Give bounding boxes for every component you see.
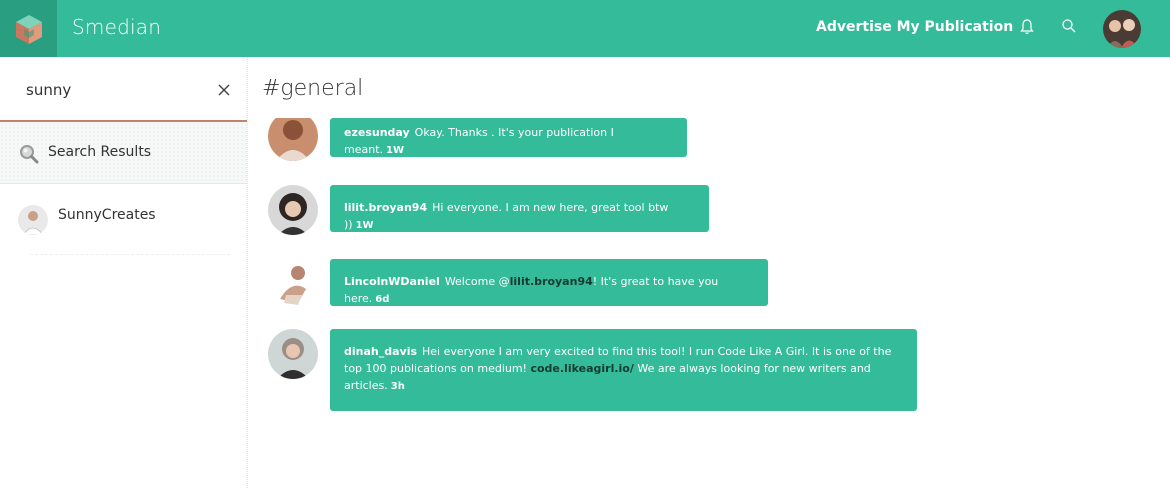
search-results-label: Search Results <box>48 144 152 160</box>
cube-logo-icon <box>15 14 42 44</box>
brand-name[interactable]: Smedian <box>72 0 161 57</box>
message-time: 6d <box>375 294 390 305</box>
message-link[interactable]: code.likeagirl.io/ <box>530 362 633 375</box>
result-name: SunnyCreates <box>58 207 156 223</box>
message-bubble: dinah_davis Hei everyone I am very excite… <box>330 329 917 411</box>
avatar[interactable] <box>268 118 318 161</box>
message-bubble: lilit.broyan94 Hi everyone. I am new here… <box>330 185 709 232</box>
search-result-item[interactable]: SunnyCreates <box>0 184 247 246</box>
magnifier-icon <box>20 145 39 164</box>
message-bubble: ezesunday Okay. Thanks . It's your public… <box>330 118 687 157</box>
top-navbar: Smedian Advertise My Publication <box>0 0 1170 57</box>
divider <box>30 254 230 255</box>
message-feed[interactable]: ezesunday Okay. Thanks . It's your public… <box>248 118 1170 488</box>
search-icon[interactable] <box>1061 18 1077 34</box>
result-avatar <box>18 205 48 235</box>
channel-title: #general <box>262 76 364 101</box>
message-time: 1W <box>355 220 374 231</box>
mention-link[interactable]: lilit.broyan94 <box>510 275 593 288</box>
message-text-before: Welcome @ <box>444 275 510 288</box>
message-username[interactable]: dinah_davis <box>344 345 417 358</box>
logo[interactable] <box>0 0 57 57</box>
avatar[interactable] <box>268 259 318 309</box>
bell-icon[interactable] <box>1019 18 1035 36</box>
search-results-header: Search Results <box>0 122 247 184</box>
avatar[interactable] <box>268 185 318 235</box>
message-bubble: LincolnWDaniel Welcome @lilit.broyan94! I… <box>330 259 768 306</box>
close-icon[interactable] <box>217 83 231 97</box>
avatar[interactable] <box>268 329 318 379</box>
message-username[interactable]: lilit.broyan94 <box>344 201 427 214</box>
user-avatar[interactable] <box>1103 10 1141 48</box>
message-time: 3h <box>390 381 405 392</box>
message-time: 1W <box>386 145 405 156</box>
sidebar: Search Results SunnyCreates <box>0 57 248 488</box>
advertise-publication-link[interactable]: Advertise My Publication <box>816 0 1013 57</box>
message-username[interactable]: ezesunday <box>344 126 410 139</box>
search-input[interactable] <box>26 77 206 103</box>
search-box <box>0 57 247 122</box>
message-username[interactable]: LincolnWDaniel <box>344 275 440 288</box>
